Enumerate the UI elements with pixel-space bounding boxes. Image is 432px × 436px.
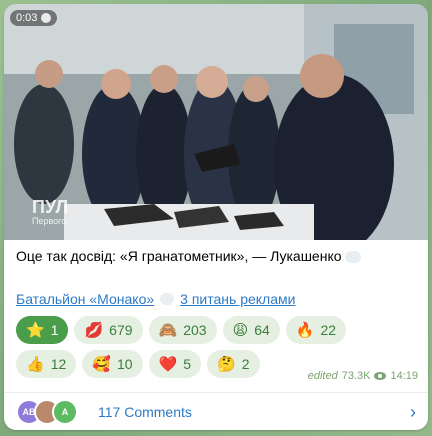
ads-link[interactable]: 3 питань реклами	[180, 291, 295, 307]
reaction-count: 203	[183, 322, 207, 338]
reaction-count: 1	[50, 322, 59, 338]
reaction-count: 64	[254, 322, 270, 338]
commenter-avatars: AB A	[16, 399, 88, 425]
message-time: 14:19	[390, 370, 418, 382]
reaction-count: 22	[320, 322, 337, 338]
comments-button[interactable]: AB A 117 Comments ›	[4, 394, 428, 430]
comments-divider	[4, 392, 428, 393]
caption-text: Оце так досвід: «Я гранатометник», — Лук…	[16, 248, 342, 264]
reaction-count: 12	[50, 356, 67, 372]
reaction-count: 5	[183, 356, 192, 372]
reaction-star[interactable]: ⭐ 1	[16, 316, 69, 344]
kiss-icon: 💋	[84, 320, 104, 339]
reaction-in-love[interactable]: 🥰 10	[82, 350, 143, 378]
view-count: 73.3K	[341, 370, 371, 382]
reaction-count: 10	[116, 356, 133, 372]
eye-icon	[374, 372, 387, 380]
avatar: A	[52, 399, 78, 425]
reaction-fire[interactable]: 🔥 22	[285, 316, 347, 344]
video-preview[interactable]: 0:03 ПУЛ Первого	[4, 4, 428, 240]
reaction-thumbs-up[interactable]: 👍 12	[16, 350, 77, 378]
message-meta: edited 73.3K 14:19	[308, 370, 418, 382]
watermark-line2: Первого	[32, 216, 67, 226]
thumbs-up-icon: 👍	[26, 354, 45, 373]
chevron-right-icon: ›	[410, 401, 416, 422]
monkey-icon: 🙈	[158, 320, 178, 339]
heart-icon	[160, 293, 175, 305]
comments-label: 117 Comments	[98, 404, 192, 420]
autoplay-indicator-icon	[41, 13, 52, 23]
video-duration: 0:03	[16, 12, 38, 24]
reactions-row-1: ⭐ 1 💋 679 🙈 203 😩 64 🔥 22	[16, 316, 416, 344]
custom-emoji-icon	[345, 251, 362, 264]
hearts-face-icon: 🥰	[92, 354, 111, 373]
channel-watermark: ПУЛ Первого	[32, 198, 68, 228]
message-caption: Оце так досвід: «Я гранатометник», — Лук…	[16, 248, 416, 264]
video-duration-badge: 0:03	[10, 10, 58, 26]
reaction-weary[interactable]: 😩 64	[222, 316, 280, 344]
reaction-count: 2	[241, 356, 250, 372]
star-icon: ⭐	[26, 320, 45, 339]
reaction-kiss[interactable]: 💋 679	[74, 316, 143, 344]
thinking-face-icon: 🤔	[217, 354, 236, 373]
message-bubble[interactable]: 0:03 ПУЛ Первого Оце так досвід: «Я гран…	[4, 4, 428, 430]
reaction-thinking[interactable]: 🤔 2	[207, 350, 260, 378]
reaction-count: 679	[109, 322, 133, 338]
fire-icon: 🔥	[295, 320, 315, 339]
reaction-heart[interactable]: ❤️ 5	[148, 350, 202, 378]
channel-link[interactable]: Батальйон «Монако»	[16, 291, 154, 307]
reaction-see-no-evil[interactable]: 🙈 203	[148, 316, 217, 344]
weary-face-icon: 😩	[232, 320, 249, 339]
edited-label: edited	[307, 370, 338, 382]
heart-icon: ❤️	[158, 354, 178, 373]
footer-links: Батальйон «Монако» 3 питань реклами	[16, 291, 295, 307]
